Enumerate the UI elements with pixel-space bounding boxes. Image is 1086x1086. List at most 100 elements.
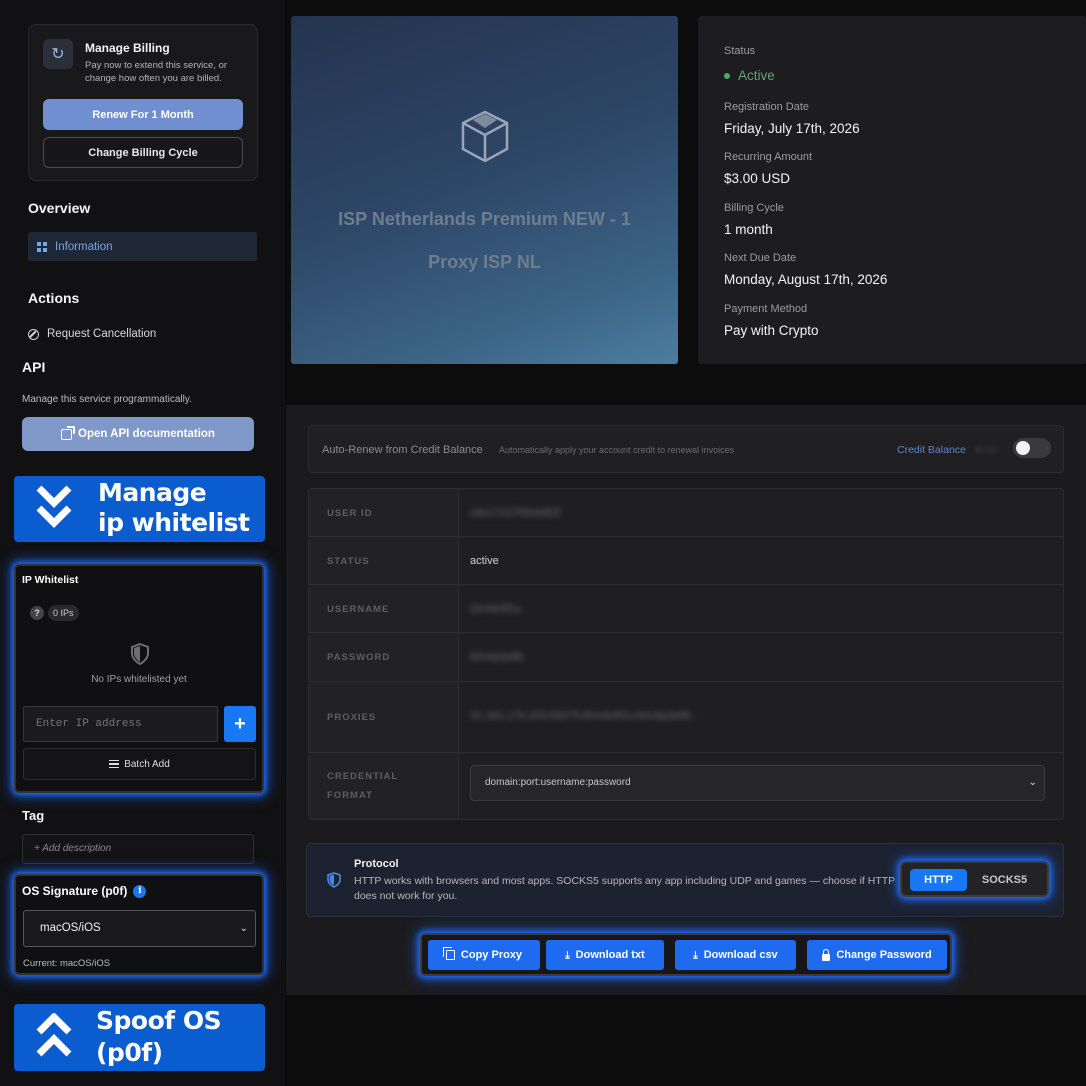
action-toolbar: Copy Proxy ⤓ Download txt ⤓ Download csv…: [420, 933, 952, 976]
add-ip-button[interactable]: +: [224, 706, 256, 742]
help-icon[interactable]: ?: [30, 606, 44, 620]
password-value[interactable]: k0v4p2e8b: [470, 651, 524, 663]
chevrons-down-icon: [36, 484, 72, 534]
download-csv-button[interactable]: ⤓ Download csv: [675, 940, 796, 970]
tag-description-input[interactable]: + Add description: [22, 834, 254, 864]
copy-proxy-button[interactable]: Copy Proxy: [428, 940, 540, 970]
product-hero: ISP Netherlands Premium NEW - 1 Proxy IS…: [291, 16, 678, 364]
row-key-label: CREDENTIAL: [327, 771, 399, 782]
download-csv-label: Download csv: [703, 949, 778, 961]
sidebar: ↻ Manage Billing Pay now to extend this …: [0, 0, 285, 1086]
os-signature-title: OS Signature (p0f) i: [22, 884, 147, 898]
protocol-http-option[interactable]: HTTP: [910, 869, 967, 891]
recurring-label: Recurring Amount: [724, 151, 813, 163]
protocol-title: Protocol: [354, 858, 399, 870]
row-key: PROXIES: [309, 682, 459, 752]
download-icon: ⤓: [565, 949, 570, 961]
table-row: USER ID cbe17c07f0b4d82f: [309, 489, 1063, 537]
billing-description: Pay now to extend this service, or chang…: [85, 60, 228, 84]
row-key: USERNAME: [309, 585, 459, 632]
dashboard-icon: [37, 241, 47, 252]
row-key-label: FORMAT: [327, 790, 373, 801]
list-icon: [109, 760, 120, 768]
status-dot: [724, 72, 730, 79]
row-key-label: USERNAME: [327, 604, 390, 615]
ip-whitelist-panel: IP Whitelist ? 0 IPs No IPs whitelisted …: [14, 564, 264, 793]
status-value: active: [470, 555, 499, 567]
change-password-button[interactable]: Change Password: [807, 940, 947, 970]
spoof-os-banner: Spoof OS (p0f): [14, 1004, 265, 1071]
credit-balance-link[interactable]: Credit Balance: [897, 444, 966, 456]
box-icon: [459, 108, 511, 171]
recurring-value: $3.00 USD: [724, 171, 791, 186]
copy-icon: [442, 947, 455, 960]
row-key: PASSWORD: [309, 633, 459, 681]
sidebar-item-label: Information: [55, 240, 113, 253]
info-icon[interactable]: i: [133, 884, 147, 898]
shield-icon: [327, 872, 341, 893]
username-value[interactable]: i2m4e9f1u: [470, 603, 521, 615]
download-icon: ⤓: [693, 949, 698, 961]
proxy-panel: Auto-Renew from Credit Balance Automatic…: [286, 405, 1086, 995]
banner-line: ip whitelist: [98, 508, 250, 537]
payment-method-value: Pay with Crypto: [724, 323, 819, 338]
ip-whitelist-title: IP Whitelist: [22, 574, 79, 586]
credential-format-select[interactable]: domain:port:username:password ⌄: [470, 765, 1045, 801]
renew-button[interactable]: Renew For 1 Month: [43, 99, 243, 130]
banner-line: Spoof OS: [96, 1006, 222, 1035]
service-details-card: Status Active Registration Date Friday, …: [698, 16, 1086, 364]
user-id-value: cbe17c07f0b4d82f: [470, 507, 561, 519]
ip-address-input[interactable]: [23, 706, 218, 742]
table-row: STATUS active: [309, 537, 1063, 585]
proxies-value[interactable]: 31.181.176.203:59275:i5m4e9f1u:k0v4p2e8b: [470, 710, 691, 722]
auto-renew-label: Auto-Renew from Credit Balance: [322, 444, 483, 456]
row-key-label: PROXIES: [327, 712, 377, 723]
protocol-switch: HTTP SOCKS5: [900, 861, 1049, 897]
overview-heading: Overview: [28, 200, 91, 216]
os-current-text: Current: macOS/iOS: [23, 958, 111, 969]
download-txt-label: Download txt: [575, 949, 645, 961]
os-signature-label: OS Signature (p0f): [22, 884, 128, 898]
credentials-table: USER ID cbe17c07f0b4d82f STATUS active U…: [308, 488, 1064, 820]
api-button-label: Open API documentation: [78, 428, 215, 440]
protocol-socks5-option[interactable]: SOCKS5: [972, 869, 1037, 891]
banner-text: Spoof OS (p0f): [96, 1005, 222, 1069]
refresh-icon: ↻: [43, 39, 73, 69]
status-label: Status: [724, 45, 756, 57]
external-link-icon: [61, 425, 76, 440]
open-api-docs-button[interactable]: Open API documentation: [22, 417, 254, 451]
api-description: Manage this service programmatically.: [22, 394, 192, 405]
format-selected-value: domain:port:username:password: [485, 777, 631, 788]
shield-icon: [130, 642, 150, 670]
request-cancellation-link[interactable]: Request Cancellation: [28, 328, 156, 340]
change-billing-cycle-button[interactable]: Change Billing Cycle: [43, 137, 243, 168]
billing-title: Manage Billing: [85, 41, 170, 55]
batch-add-button[interactable]: Batch Add: [23, 748, 256, 780]
download-txt-button[interactable]: ⤓ Download txt: [546, 940, 664, 970]
auto-renew-row: Auto-Renew from Credit Balance Automatic…: [308, 425, 1064, 473]
os-signature-panel: OS Signature (p0f) i macOS/iOS ⌄ Current…: [14, 874, 264, 975]
os-signature-select[interactable]: macOS/iOS ⌄: [23, 910, 256, 947]
api-heading: API: [22, 359, 46, 375]
row-key: CREDENTIAL FORMAT: [309, 753, 459, 819]
table-row: PROXIES 31.181.176.203:59275:i5m4e9f1u:k…: [309, 682, 1063, 753]
table-row: USERNAME i2m4e9f1u: [309, 585, 1063, 633]
tag-heading: Tag: [22, 808, 45, 823]
banner-line: Manage: [98, 478, 207, 507]
row-key-label: PASSWORD: [327, 652, 391, 663]
chevron-down-icon: ⌄: [1028, 777, 1037, 788]
next-due-value: Monday, August 17th, 2026: [724, 272, 888, 287]
empty-state-text: No IPs whitelisted yet: [91, 674, 187, 685]
row-key: STATUS: [309, 537, 459, 584]
os-selected-value: macOS/iOS: [40, 922, 101, 934]
ip-count-badge: 0 IPs: [48, 605, 79, 621]
sidebar-item-information[interactable]: Information: [28, 232, 257, 261]
product-title: ISP Netherlands Premium NEW - 1 Proxy IS…: [291, 198, 678, 284]
manage-whitelist-banner: Manage ip whitelist: [14, 476, 265, 542]
product-title-line: Proxy ISP NL: [428, 252, 541, 272]
payment-method-label: Payment Method: [724, 303, 808, 315]
auto-renew-toggle[interactable]: [1013, 438, 1051, 458]
status-value: Active: [724, 68, 775, 83]
lock-icon: [822, 948, 831, 961]
actions-heading: Actions: [28, 290, 80, 306]
